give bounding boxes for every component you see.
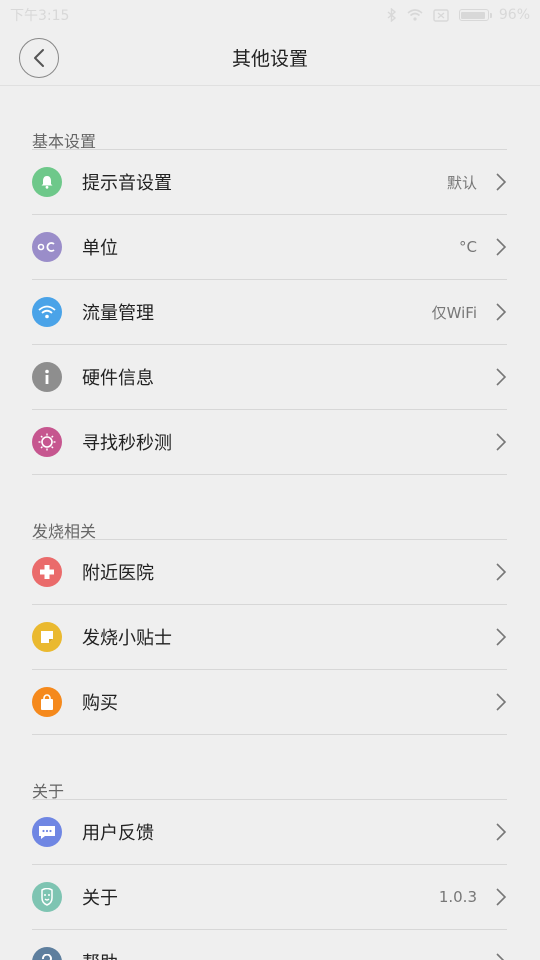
setting-label: 发烧小贴士: [82, 628, 172, 649]
setting-label: 硬件信息: [82, 368, 154, 389]
setting-row-traffic[interactable]: 流量管理 仅WiFi: [32, 280, 507, 345]
battery-icon: [458, 9, 492, 21]
setting-value: 默认: [446, 173, 477, 192]
setting-label: 关于: [82, 888, 118, 909]
setting-row-find-device[interactable]: 寻找秒秒测: [32, 410, 507, 475]
chevron-right-icon: [496, 173, 507, 191]
shopping-bag-icon: [32, 687, 62, 717]
chevron-right-icon: [496, 433, 507, 451]
chevron-right-icon: [496, 368, 507, 386]
setting-label: 寻找秒秒测: [82, 433, 172, 454]
chevron-right-icon: [496, 953, 505, 960]
bluetooth-icon: [387, 8, 396, 22]
status-icons: 96%: [387, 7, 530, 23]
info-icon: [32, 362, 62, 392]
setting-label: 帮助: [82, 949, 477, 960]
help-icon: [32, 947, 62, 960]
setting-label: 用户反馈: [82, 823, 154, 844]
chevron-right-icon: [496, 563, 507, 581]
status-bar: 下午3:15 96%: [0, 0, 540, 30]
sun-icon: [32, 427, 62, 457]
setting-label: 购买: [82, 693, 118, 714]
setting-row-unit[interactable]: 单位 °C: [32, 215, 507, 280]
chevron-right-icon: [496, 238, 507, 256]
sim-icon: [433, 8, 449, 22]
back-arrow-icon: [34, 49, 44, 67]
hospital-cross-icon: [32, 557, 62, 587]
setting-value: 1.0.3: [438, 888, 477, 906]
chevron-right-icon: [496, 693, 507, 711]
setting-row-fever-tips[interactable]: 发烧小贴士: [32, 605, 507, 670]
chevron-right-icon: [496, 823, 507, 841]
setting-row-sound[interactable]: 提示音设置 默认: [32, 150, 507, 215]
back-button[interactable]: [19, 38, 59, 78]
wifi-icon: [32, 297, 62, 327]
setting-row-buy[interactable]: 购买: [32, 670, 507, 735]
about-icon: [32, 882, 62, 912]
setting-label: 提示音设置: [82, 173, 172, 194]
bell-icon: [32, 167, 62, 197]
sticky-note-icon: [32, 622, 62, 652]
page-title: 其他设置: [231, 48, 308, 70]
setting-value: °C: [459, 238, 477, 256]
setting-value: 仅WiFi: [431, 303, 477, 322]
chevron-right-icon: [496, 888, 507, 906]
chevron-right-icon: [496, 628, 507, 646]
setting-row-help[interactable]: 帮助: [32, 930, 507, 960]
battery-percent: 96%: [498, 7, 530, 23]
status-time: 下午3:15: [10, 8, 70, 24]
setting-label: 单位: [82, 238, 118, 259]
setting-label: 流量管理: [82, 303, 154, 324]
celsius-icon: [32, 232, 62, 262]
setting-row-feedback[interactable]: 用户反馈: [32, 800, 507, 865]
setting-row-hospitals[interactable]: 附近医院: [32, 540, 507, 605]
wifi-icon: [407, 9, 423, 21]
setting-row-hardware[interactable]: 硬件信息: [32, 345, 507, 410]
battery-fill: [461, 11, 486, 19]
header: 其他设置: [0, 30, 540, 86]
feedback-icon: [32, 817, 62, 847]
setting-row-about[interactable]: 关于 1.0.3: [32, 865, 507, 930]
chevron-right-icon: [496, 303, 507, 321]
setting-label: 附近医院: [82, 563, 154, 584]
